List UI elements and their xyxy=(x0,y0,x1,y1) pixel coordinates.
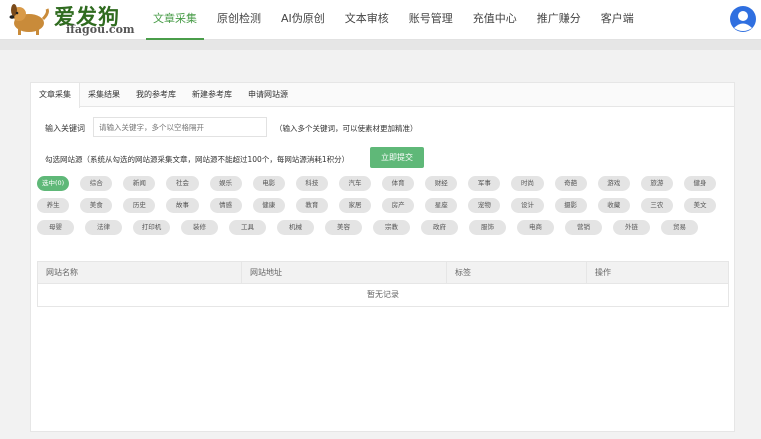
category-chip[interactable]: 母婴 xyxy=(37,220,74,235)
table-header: 网站名称 网站地址 标签 操作 xyxy=(38,262,728,284)
category-chip[interactable]: 星座 xyxy=(425,198,458,213)
site-logo[interactable]: 爱发狗 ifagou.com xyxy=(8,1,148,39)
category-chip[interactable]: 时尚 xyxy=(511,176,544,191)
category-chip[interactable]: 打印机 xyxy=(133,220,170,235)
category-chip[interactable]: 机械 xyxy=(277,220,314,235)
category-chip[interactable]: 体育 xyxy=(382,176,415,191)
category-row: 母婴 法律 打印机 装修 工具 机械 美容 宗教 政府 服饰 电商 营销 外链 … xyxy=(37,220,727,235)
nav-promote[interactable]: 推广赚分 xyxy=(530,0,588,40)
category-row: 养生 美食 历史 故事 情感 健康 教育 家居 房产 星座 宠物 设计 摄影 收… xyxy=(37,198,727,213)
category-chip[interactable]: 新闻 xyxy=(123,176,156,191)
category-chip[interactable]: 电商 xyxy=(517,220,554,235)
category-chip-selected[interactable]: 选中(0) xyxy=(37,176,70,191)
collect-panel: 文章采集 采集结果 我的参考库 新建参考库 申请网站源 输入关键词 （输入多个关… xyxy=(30,82,735,432)
column-header-site-url: 网站地址 xyxy=(242,262,447,284)
top-navbar: 爱发狗 ifagou.com 文章采集 原创检测 AI伪原创 文本审核 账号管理… xyxy=(0,0,761,40)
category-chip[interactable]: 设计 xyxy=(511,198,544,213)
category-row: 选中(0) 综合 新闻 社会 娱乐 电影 科技 汽车 体育 财经 军事 时尚 奇… xyxy=(37,176,727,191)
category-chip[interactable]: 宠物 xyxy=(468,198,501,213)
category-chip[interactable]: 科技 xyxy=(295,176,328,191)
main-nav: 文章采集 原创检测 AI伪原创 文本审核 账号管理 充值中心 推广赚分 客户端 xyxy=(146,0,647,40)
category-chip[interactable]: 装修 xyxy=(181,220,218,235)
tab-bar: 文章采集 采集结果 我的参考库 新建参考库 申请网站源 xyxy=(31,83,734,108)
category-chip[interactable]: 军事 xyxy=(468,176,501,191)
nav-recharge[interactable]: 充值中心 xyxy=(466,0,524,40)
nav-originality-check[interactable]: 原创检测 xyxy=(210,0,268,40)
category-chip[interactable]: 外链 xyxy=(613,220,650,235)
logo-domain-text: ifagou.com xyxy=(66,23,135,36)
category-chip[interactable]: 娱乐 xyxy=(209,176,242,191)
category-chip[interactable]: 汽车 xyxy=(338,176,371,191)
tab-new-reference[interactable]: 新建参考库 xyxy=(184,83,240,107)
category-chip[interactable]: 营销 xyxy=(565,220,602,235)
header-shadow-bar xyxy=(0,40,761,50)
nav-client[interactable]: 客户端 xyxy=(594,0,641,40)
category-chip[interactable]: 宗教 xyxy=(373,220,410,235)
tab-collect-results[interactable]: 采集结果 xyxy=(80,83,128,107)
category-chip[interactable]: 房产 xyxy=(382,198,415,213)
keyword-input[interactable] xyxy=(93,117,267,137)
category-chip[interactable]: 情感 xyxy=(209,198,242,213)
source-table: 网站名称 网站地址 标签 操作 暂无记录 xyxy=(37,261,729,307)
column-header-actions: 操作 xyxy=(595,268,611,277)
column-header-site-name: 网站名称 xyxy=(38,262,242,284)
category-chip[interactable]: 家居 xyxy=(338,198,371,213)
nav-text-review[interactable]: 文本审核 xyxy=(338,0,396,40)
nav-ai-rewrite[interactable]: AI伪原创 xyxy=(274,0,332,40)
keyword-hint: （输入多个关键词，可以使素材更加精准） xyxy=(275,124,418,133)
category-chip[interactable]: 三农 xyxy=(640,198,673,213)
tab-article-collect[interactable]: 文章采集 xyxy=(31,83,80,108)
category-chip[interactable]: 美文 xyxy=(683,198,716,213)
tab-my-reference[interactable]: 我的参考库 xyxy=(128,83,184,107)
category-chip[interactable]: 收藏 xyxy=(597,198,630,213)
user-avatar-icon[interactable] xyxy=(729,5,757,33)
dog-logo-icon xyxy=(9,4,49,35)
category-chip[interactable]: 养生 xyxy=(37,198,70,213)
category-chip[interactable]: 法律 xyxy=(85,220,122,235)
category-chip[interactable]: 健康 xyxy=(252,198,285,213)
category-chip[interactable]: 贸易 xyxy=(661,220,698,235)
nav-account[interactable]: 账号管理 xyxy=(402,0,460,40)
category-chip[interactable]: 工具 xyxy=(229,220,266,235)
category-chip[interactable]: 游戏 xyxy=(597,176,630,191)
category-chip[interactable]: 历史 xyxy=(123,198,156,213)
tab-apply-source[interactable]: 申请网站源 xyxy=(240,83,296,107)
keyword-label: 输入关键词 xyxy=(45,124,85,133)
category-chip[interactable]: 电影 xyxy=(252,176,285,191)
category-chip[interactable]: 奇葩 xyxy=(554,176,587,191)
table-empty-row: 暂无记录 xyxy=(367,290,399,299)
category-chip[interactable]: 故事 xyxy=(166,198,199,213)
category-chips: 选中(0) 综合 新闻 社会 娱乐 电影 科技 汽车 体育 财经 军事 时尚 奇… xyxy=(37,176,727,242)
category-chip[interactable]: 社会 xyxy=(166,176,199,191)
category-chip[interactable]: 美容 xyxy=(325,220,362,235)
category-chip[interactable]: 政府 xyxy=(421,220,458,235)
category-chip[interactable]: 摄影 xyxy=(554,198,587,213)
nav-article-collect[interactable]: 文章采集 xyxy=(146,0,204,40)
site-source-note: 勾选网站源（系统从勾选的网站源采集文章，网站源不能超过100个，每网站源消耗1积… xyxy=(45,155,350,164)
category-chip[interactable]: 旅游 xyxy=(640,176,673,191)
category-chip[interactable]: 服饰 xyxy=(469,220,506,235)
category-chip[interactable]: 教育 xyxy=(295,198,328,213)
category-chip[interactable]: 健身 xyxy=(683,176,716,191)
category-chip[interactable]: 综合 xyxy=(80,176,113,191)
column-header-tags: 标签 xyxy=(447,262,587,284)
category-chip[interactable]: 美食 xyxy=(80,198,113,213)
category-chip[interactable]: 财经 xyxy=(425,176,458,191)
submit-button[interactable]: 立即提交 xyxy=(370,147,424,168)
